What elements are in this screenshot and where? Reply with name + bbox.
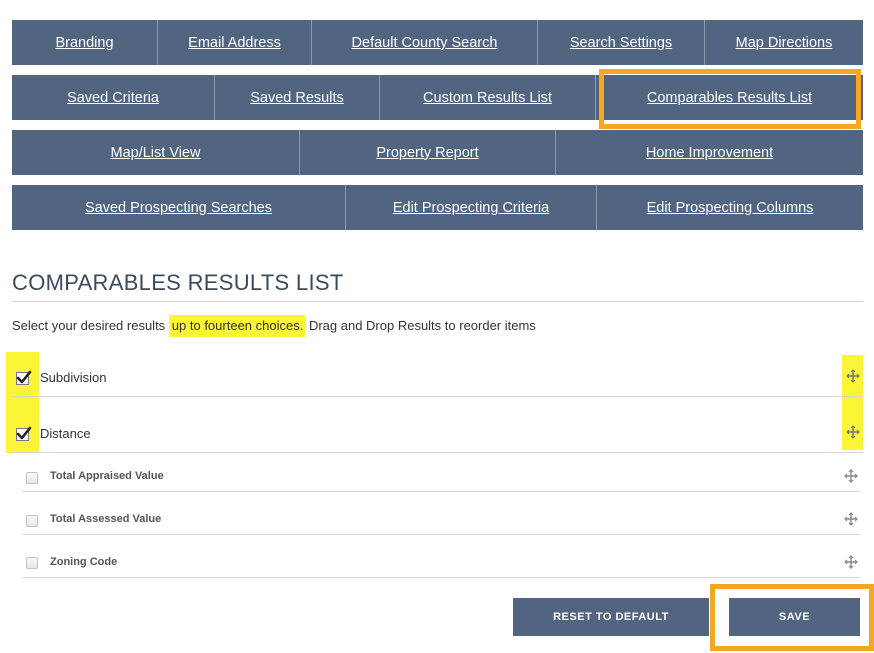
tab-property-report[interactable]: Property Report	[300, 130, 556, 175]
total-appraised-value-checkbox[interactable]	[26, 472, 38, 484]
settings-nav-row-3: Map/List View Property Report Home Impro…	[12, 130, 863, 175]
drag-handle-icon[interactable]	[844, 512, 858, 526]
row-divider	[12, 396, 863, 397]
settings-nav-row-2: Saved Criteria Saved Results Custom Resu…	[12, 75, 863, 120]
tab-map-directions[interactable]: Map Directions	[705, 20, 863, 65]
total-assessed-value-checkbox[interactable]	[26, 515, 38, 527]
settings-nav-row-1: Branding Email Address Default County Se…	[12, 20, 863, 65]
zoning-code-checkbox[interactable]	[26, 557, 38, 569]
item-label: Subdivision	[40, 370, 107, 385]
settings-nav-row-4: Saved Prospecting Searches Edit Prospect…	[12, 185, 863, 230]
instructions-text: Select your desired results up to fourte…	[12, 315, 536, 337]
reset-to-default-button[interactable]: RESET TO DEFAULT	[513, 598, 709, 636]
drag-handle-icon[interactable]	[846, 425, 860, 439]
tab-custom-results-list[interactable]: Custom Results List	[380, 75, 596, 120]
row-divider	[22, 534, 860, 535]
tab-comparables-results-list[interactable]: Comparables Results List	[596, 75, 863, 120]
row-divider	[22, 577, 860, 578]
title-divider	[12, 301, 863, 302]
item-label: Total Assessed Value	[50, 513, 162, 525]
drag-handle-icon[interactable]	[846, 369, 860, 383]
page-title: COMPARABLES RESULTS LIST	[12, 270, 344, 295]
save-button[interactable]: SAVE	[729, 598, 860, 636]
tab-home-improvement[interactable]: Home Improvement	[556, 130, 863, 175]
tab-saved-results[interactable]: Saved Results	[215, 75, 380, 120]
instructions-before: Select your desired results	[12, 318, 169, 333]
instructions-highlight: up to fourteen choices.	[168, 315, 306, 337]
item-label: Total Appraised Value	[50, 470, 164, 482]
item-label: Zoning Code	[50, 556, 118, 568]
subdivision-checkbox[interactable]	[16, 370, 32, 385]
drag-handle-icon[interactable]	[844, 555, 858, 569]
checkmark-icon	[16, 426, 32, 440]
tab-branding[interactable]: Branding	[12, 20, 158, 65]
tab-map-list-view[interactable]: Map/List View	[12, 130, 300, 175]
instructions-after: Drag and Drop Results to reorder items	[305, 318, 536, 333]
checkmark-icon	[16, 370, 32, 384]
distance-checkbox[interactable]	[16, 426, 32, 441]
tab-saved-prospecting-searches[interactable]: Saved Prospecting Searches	[12, 185, 346, 230]
tab-edit-prospecting-columns[interactable]: Edit Prospecting Columns	[597, 185, 863, 230]
row-divider	[22, 491, 860, 492]
row-divider	[12, 452, 863, 453]
drag-handle-icon[interactable]	[844, 469, 858, 483]
tab-default-county-search[interactable]: Default County Search	[312, 20, 538, 65]
tab-saved-criteria[interactable]: Saved Criteria	[12, 75, 215, 120]
item-label: Distance	[40, 426, 91, 441]
tab-email-address[interactable]: Email Address	[158, 20, 312, 65]
tab-search-settings[interactable]: Search Settings	[538, 20, 705, 65]
tab-edit-prospecting-criteria[interactable]: Edit Prospecting Criteria	[346, 185, 597, 230]
